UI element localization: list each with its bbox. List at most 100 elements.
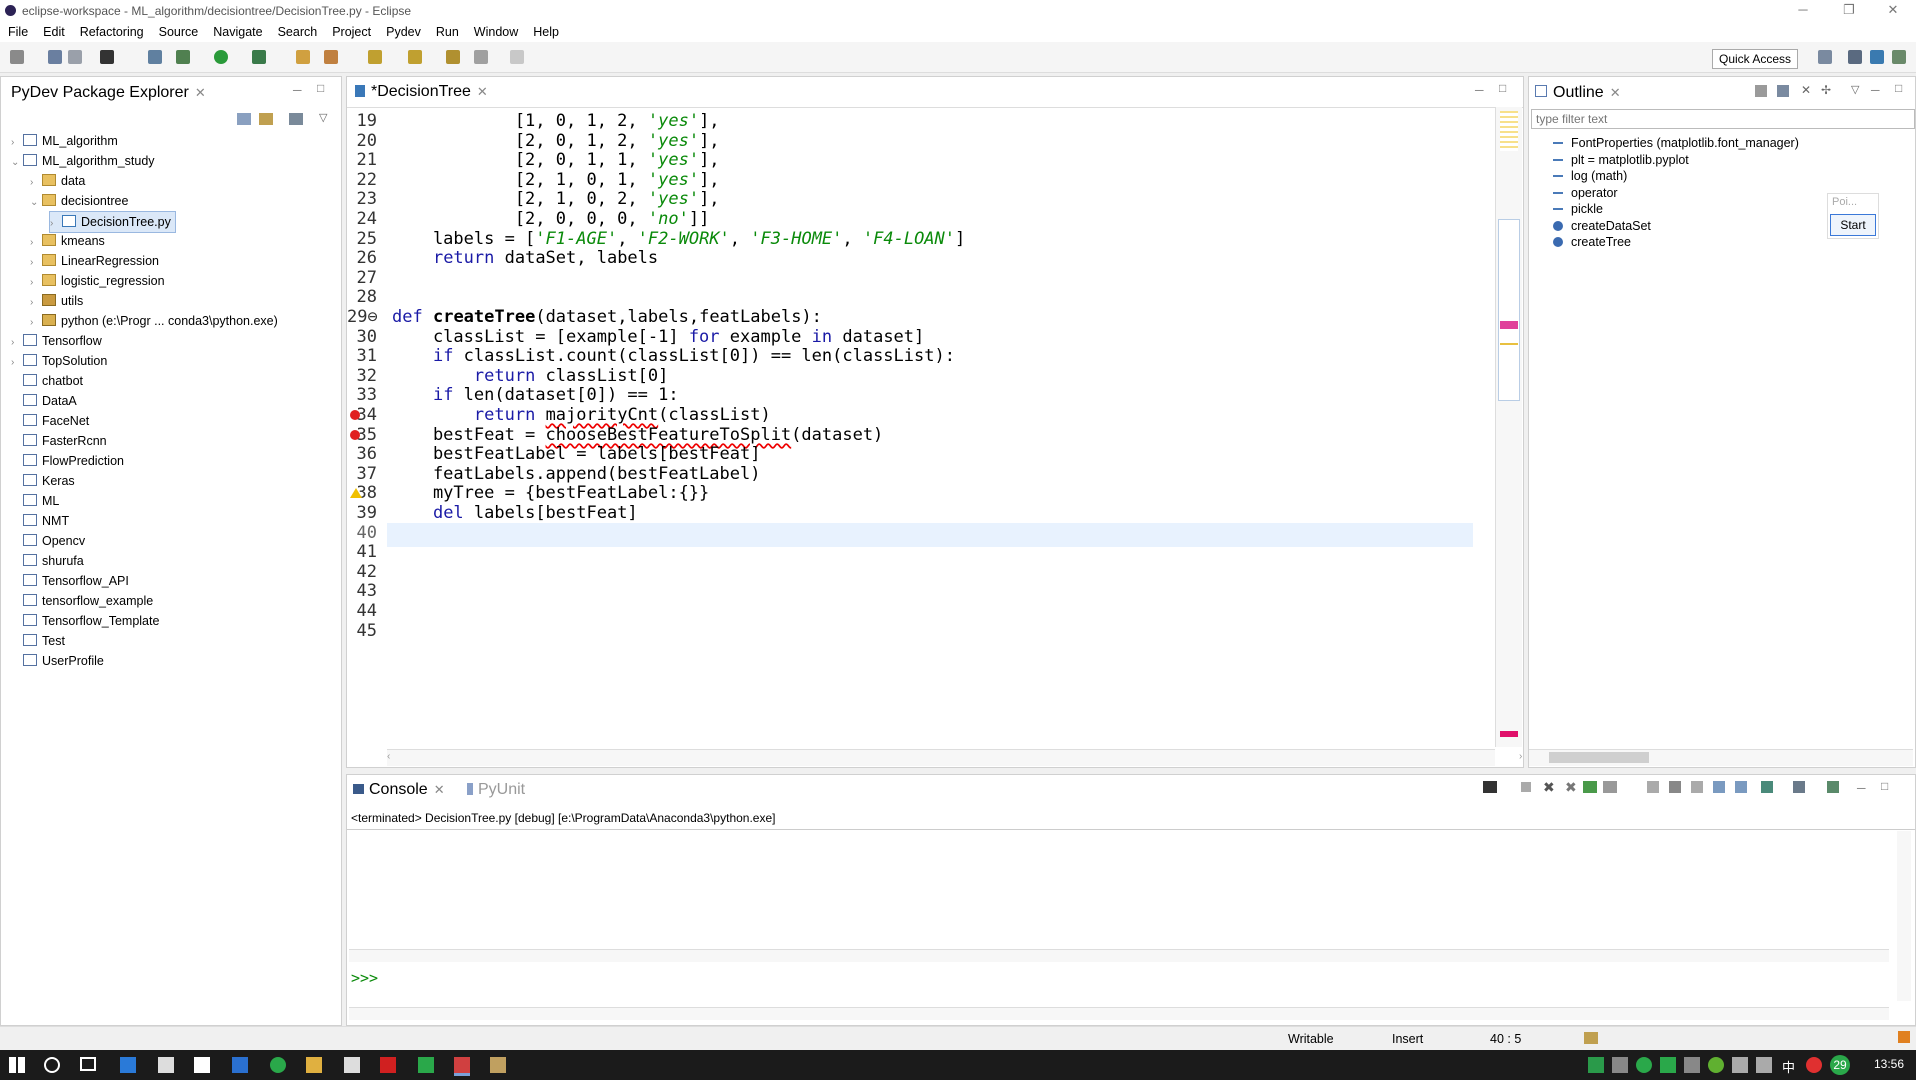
warning-mark[interactable] — [1500, 343, 1518, 345]
tray-icon-2[interactable] — [1612, 1057, 1628, 1073]
tree-item[interactable]: › kmeans — [30, 231, 105, 251]
console-input-hscroll[interactable] — [349, 1007, 1889, 1020]
expand-arrow-icon[interactable]: › — [11, 353, 23, 373]
debug-person-icon[interactable] — [100, 50, 114, 64]
new-icon[interactable] — [10, 50, 24, 64]
minimize-editor-icon[interactable]: ─ — [1475, 83, 1484, 97]
tray-wechat-icon[interactable] — [1636, 1057, 1652, 1073]
minimize-console-icon[interactable]: ─ — [1857, 781, 1866, 795]
minimize-pane-icon[interactable]: ─ — [293, 83, 302, 97]
copy-console-icon[interactable] — [1603, 781, 1617, 793]
outline-menu-icon[interactable]: ▽ — [1851, 83, 1859, 96]
close-window-button[interactable]: ✕ — [1870, 0, 1916, 22]
warning-marker-icon[interactable] — [350, 488, 362, 499]
tree-item[interactable]: FasterRcnn — [11, 431, 107, 451]
external-tools-icon[interactable] — [252, 50, 266, 64]
camtasia-icon[interactable] — [418, 1057, 434, 1073]
tree-item[interactable]: Tensorflow_Template — [11, 611, 159, 631]
tree-item[interactable]: › logistic_regression — [30, 271, 165, 291]
save-icon[interactable] — [48, 50, 62, 64]
menu-file[interactable]: File — [0, 22, 35, 39]
perspective-pydev-icon[interactable] — [1870, 50, 1884, 64]
show-stdout-icon[interactable] — [1713, 781, 1725, 793]
menu-refactoring[interactable]: Refactoring — [72, 22, 151, 39]
scroll-left-arrow[interactable]: ‹ — [387, 751, 390, 762]
debug-console-icon[interactable] — [1583, 781, 1597, 793]
app-icon[interactable] — [344, 1057, 360, 1073]
run-icon[interactable] — [214, 50, 228, 64]
console-tab[interactable]: Console ✕ — [353, 781, 445, 799]
tree-item[interactable]: › TopSolution — [11, 351, 107, 371]
expand-arrow-icon[interactable]: › — [30, 173, 42, 193]
tree-item[interactable]: FaceNet — [11, 411, 89, 431]
code-area[interactable]: 19 [1, 0, 1, 2, 'yes'], 20 [2, 0, 1, 2, '… — [347, 107, 1497, 747]
forward-icon[interactable] — [510, 50, 524, 64]
tray-volume-icon[interactable] — [1756, 1057, 1772, 1073]
edge-icon[interactable] — [120, 1057, 136, 1073]
store-icon[interactable] — [158, 1057, 174, 1073]
expand-arrow-icon[interactable]: › — [30, 313, 42, 333]
scroll-right-arrow[interactable]: › — [1519, 751, 1522, 762]
tree-item[interactable]: › utils — [30, 291, 83, 311]
tree-item[interactable]: › LinearRegression — [30, 251, 159, 271]
outline-filter-input[interactable] — [1531, 109, 1915, 129]
package-explorer-tab[interactable]: PyDev Package Explorer ✕ — [11, 84, 206, 102]
tree-item[interactable]: FlowPrediction — [11, 451, 124, 471]
tree-item[interactable]: Tensorflow_API — [11, 571, 129, 591]
expand-outline-icon[interactable]: ✢ — [1821, 83, 1831, 97]
display-console-icon[interactable] — [1793, 781, 1805, 793]
save-all-icon[interactable] — [68, 50, 82, 64]
task-view-icon[interactable] — [80, 1057, 96, 1071]
open-console-icon[interactable] — [1483, 781, 1497, 793]
close-explorer-icon[interactable]: ✕ — [195, 85, 206, 100]
tree-item[interactable]: › ML_algorithm — [11, 131, 118, 151]
pin-console-icon[interactable] — [1761, 781, 1773, 793]
console-prompt[interactable]: >>> — [351, 969, 378, 987]
eclipse-task-icon[interactable] — [490, 1057, 506, 1073]
notification-badge[interactable]: 29 — [1830, 1055, 1850, 1075]
maximize-outline-icon[interactable]: □ — [1895, 81, 1902, 95]
tree-item[interactable]: › DecisionTree.py — [49, 211, 176, 233]
tray-icon-6[interactable] — [1708, 1057, 1724, 1073]
open-type-icon[interactable] — [148, 50, 162, 64]
tree-item[interactable]: tensorflow_example — [11, 591, 153, 611]
tree-item[interactable]: DataA — [11, 391, 77, 411]
menu-search[interactable]: Search — [270, 22, 325, 39]
scroll-lock-icon[interactable] — [1669, 781, 1681, 793]
error-marker-icon[interactable] — [350, 410, 360, 420]
tray-shield-icon[interactable] — [1684, 1057, 1700, 1073]
recorder-icon[interactable] — [454, 1057, 470, 1076]
outline-horizontal-scrollbar[interactable] — [1529, 749, 1913, 766]
perspective-debug-icon[interactable] — [1848, 50, 1862, 64]
tree-item[interactable]: Keras — [11, 471, 75, 491]
ime-indicator[interactable]: 中 — [1782, 1057, 1795, 1076]
maximize-pane-icon[interactable]: □ — [317, 81, 324, 95]
edit-icon[interactable] — [324, 50, 338, 64]
expand-arrow-icon[interactable]: › — [30, 273, 42, 293]
clear-console-icon[interactable] — [1647, 781, 1659, 793]
menu-run[interactable]: Run — [428, 22, 466, 39]
tree-item[interactable]: NMT — [11, 511, 69, 531]
start-button[interactable]: Start — [1830, 214, 1876, 236]
search-icon[interactable] — [44, 1057, 60, 1073]
hide-fields-icon[interactable] — [1755, 85, 1767, 97]
close-console-icon[interactable]: ✕ — [434, 782, 445, 797]
editor-horizontal-scrollbar[interactable]: ‹ › — [387, 749, 1522, 766]
tree-item[interactable]: Opencv — [11, 531, 85, 551]
editor-scroll-thumb[interactable] — [1498, 219, 1520, 401]
menu-edit[interactable]: Edit — [35, 22, 72, 39]
expand-arrow-icon[interactable]: › — [30, 253, 42, 273]
close-editor-icon[interactable]: ✕ — [477, 84, 488, 99]
tree-item[interactable]: shurufa — [11, 551, 84, 571]
maximize-console-icon[interactable]: □ — [1881, 779, 1888, 793]
pyunit-tab[interactable]: PyUnit — [467, 781, 525, 799]
word-wrap-icon[interactable] — [1691, 781, 1703, 793]
terminate-icon[interactable] — [1521, 782, 1531, 792]
console-vscroll[interactable] — [1897, 831, 1911, 1001]
editor-vertical-scrollbar[interactable] — [1495, 107, 1522, 747]
next-annotation-icon[interactable] — [368, 50, 382, 64]
collapse-outline-icon[interactable]: ✕ — [1801, 83, 1811, 97]
minimize-button[interactable]: ─ — [1780, 0, 1826, 22]
error-marker-icon[interactable] — [350, 429, 360, 440]
tray-icon-4[interactable] — [1660, 1057, 1676, 1073]
